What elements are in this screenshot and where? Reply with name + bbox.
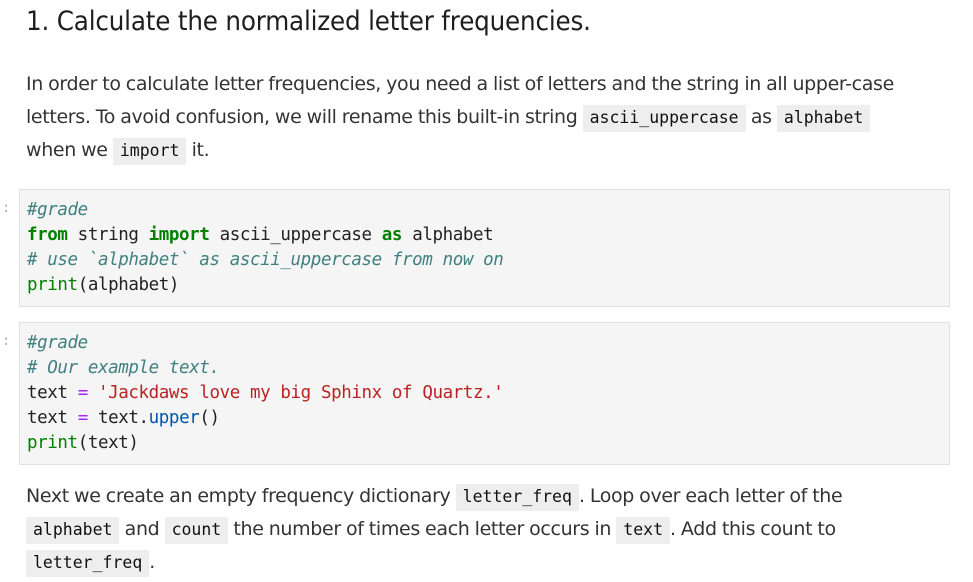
instructions-line-1: Next we create an empty frequency dictio… <box>26 480 946 513</box>
code-keyword: as <box>381 225 403 245</box>
code-line: # use `alphabet` as ascii_uppercase from… <box>27 248 949 273</box>
code-cell-import[interactable]: #grade from string import ascii_uppercase… <box>19 189 950 307</box>
code-method: upper <box>148 408 200 428</box>
inline-code-alphabet: alphabet <box>26 517 120 544</box>
text-segment: as <box>745 106 777 128</box>
cell-prompt: : <box>2 333 11 349</box>
code-token: string <box>67 225 149 245</box>
markdown-cell-instructions: Next we create an empty frequency dictio… <box>26 480 946 579</box>
code-line: # Our example text. <box>27 356 949 381</box>
code-line: print(text) <box>27 431 949 456</box>
cell-prompt: : <box>2 200 11 216</box>
code-token: (alphabet) <box>77 275 180 295</box>
inline-code-alphabet: alphabet <box>776 105 871 132</box>
inline-code-text: text <box>616 517 671 544</box>
code-builtin: print <box>27 275 78 295</box>
code-builtin: print <box>27 433 78 453</box>
code-keyword: from <box>27 225 68 245</box>
text-segment: it. <box>186 139 210 161</box>
code-line: print(alphabet) <box>27 273 949 298</box>
inline-code-import: import <box>112 138 187 165</box>
section-heading: 1. Calculate the normalized letter frequ… <box>26 6 591 37</box>
code-string: 'Jackdaws love my big Sphinx of Quartz.' <box>97 383 504 403</box>
code-token: text. <box>87 408 149 428</box>
code-cell-example-text[interactable]: #grade # Our example text. text = 'Jackdaw… <box>19 322 950 465</box>
instructions-line-3: letter_freq. <box>26 546 946 579</box>
text-segment: . Add this count to <box>670 518 836 540</box>
code-token: ascii_uppercase <box>209 225 382 245</box>
text-segment: and <box>119 518 165 540</box>
inline-code-ascii-uppercase: ascii_uppercase <box>582 105 746 132</box>
code-comment: # Our example text. <box>27 358 220 378</box>
instructions-paragraph: Next we create an empty frequency dictio… <box>26 480 946 579</box>
text-segment: Next we create an empty frequency dictio… <box>26 485 456 507</box>
intro-paragraph: In order to calculate letter frequencies… <box>26 68 946 167</box>
code-keyword: import <box>148 225 210 245</box>
code-line: #grade <box>27 198 949 223</box>
text-segment: . <box>149 551 155 573</box>
text-segment: In order to calculate letter frequencies… <box>26 73 894 95</box>
code-token: (text) <box>77 433 139 453</box>
code-comment: #grade <box>27 200 88 220</box>
code-operator: = <box>77 408 89 428</box>
code-comment: # use `alphabet` as ascii_uppercase from… <box>27 250 504 270</box>
code-token: text <box>27 408 78 428</box>
code-line: from string import ascii_uppercase as al… <box>27 223 949 248</box>
text-segment: . Loop over each letter of the <box>578 485 843 507</box>
text-segment: the number of times each letter occurs i… <box>228 518 617 540</box>
code-token: alphabet <box>402 225 494 245</box>
intro-line-3: when we import it. <box>26 134 946 167</box>
inline-code-letter-freq: letter_freq <box>455 484 579 511</box>
code-operator: = <box>77 383 89 403</box>
code-token: () <box>199 408 220 428</box>
instructions-line-2: alphabet and count the number of times e… <box>26 513 946 546</box>
markdown-cell-intro: In order to calculate letter frequencies… <box>26 68 946 167</box>
code-line: text = 'Jackdaws love my big Sphinx of Q… <box>27 381 949 406</box>
code-line: #grade <box>27 331 949 356</box>
inline-code-count: count <box>164 517 229 544</box>
inline-code-letter-freq: letter_freq <box>26 550 150 577</box>
text-segment: letters. To avoid confusion, we will ren… <box>26 106 583 128</box>
code-token: text <box>27 383 78 403</box>
text-segment: when we <box>26 139 113 161</box>
code-comment: #grade <box>27 333 88 353</box>
intro-line-2: letters. To avoid confusion, we will ren… <box>26 101 946 134</box>
code-line: text = text.upper() <box>27 406 949 431</box>
intro-line-1: In order to calculate letter frequencies… <box>26 68 946 101</box>
